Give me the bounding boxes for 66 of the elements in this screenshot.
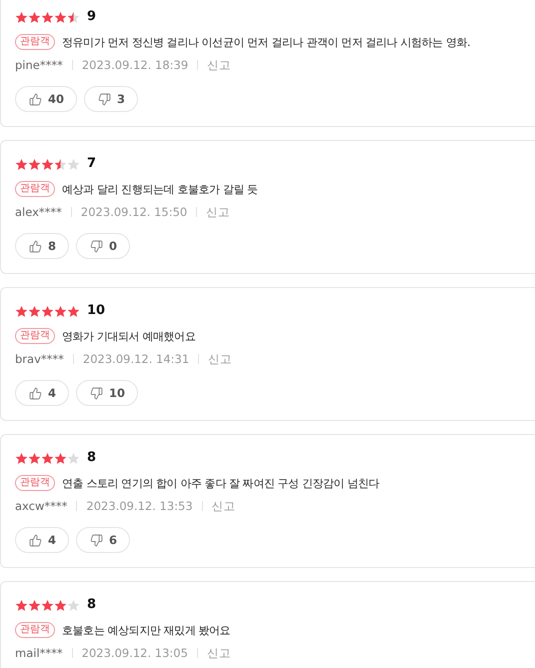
star-icon [28,158,41,170]
star-icon [28,452,41,464]
star-icon [54,158,67,170]
review-date: 2023.09.12. 13:05 [82,646,188,660]
star-icon [15,10,28,24]
star-icon [67,158,80,170]
review-date: 2023.09.12. 15:50 [80,205,188,219]
thumbs-up-icon [29,240,42,252]
rating-score: 8 [87,596,96,614]
thumbs-up-icon [29,386,42,400]
username: axcw**** [15,499,68,513]
viewer-badge: 관람객 [15,34,55,50]
star-icon [67,10,80,24]
viewer-badge: 관람객 [15,475,55,491]
star-icon [41,452,54,464]
star-icon [28,304,41,318]
like-button[interactable]: 4 [15,380,70,406]
star-icon [67,304,80,318]
username: brav**** [15,352,64,366]
review-date: 2023.09.12. 18:39 [82,58,188,72]
star-icon [54,304,67,318]
review-text: 호불호는 예상되지만 재밌게 봤어요 [62,622,230,638]
review-text: 예상과 달리 진행되는데 호불호가 갈릴 듯 [62,182,258,196]
review-text: 정유미가 먼저 정신병 걸리나 이선균이 먼저 걸리나 관객이 먼저 걸리나 시험하는 영화. [62,34,470,50]
star-icon [67,452,80,464]
username: pine**** [15,58,63,72]
thumbs-down-icon [90,534,104,546]
star-icon [54,452,67,464]
username: alex**** [15,205,62,219]
star-icon [41,598,54,612]
rating-score: 9 [87,8,96,26]
dislike-button[interactable]: 0 [76,233,130,259]
star-icon [28,10,41,24]
star-icon [41,304,54,318]
star-icon [28,598,41,612]
review-date: 2023.09.12. 14:31 [82,352,190,366]
like-button[interactable]: 8 [15,233,70,259]
star-icon [41,158,54,170]
dislike-button[interactable]: 3 [84,86,138,112]
rating-score: 10 [87,302,106,320]
review-date: 2023.09.12. 13:53 [86,499,193,513]
review-text: 영화가 기대되서 예매했어요 [62,328,196,344]
thumbs-up-icon [29,534,42,546]
thumbs-down-icon [90,240,104,252]
star-icon [15,598,28,612]
review-text: 연출 스토리 연기의 합이 아주 좋다 잘 짜여진 구성 긴장감이 넘친다 [62,476,380,490]
like-button[interactable]: 40 [15,86,78,112]
dislike-button[interactable]: 6 [76,527,130,553]
dislike-button[interactable]: 10 [76,380,138,406]
star-icon [15,452,28,464]
rating-score: 7 [87,155,96,173]
star-icon [67,598,80,612]
thumbs-down-icon [98,92,112,106]
thumbs-down-icon [90,386,104,400]
star-icon [54,10,67,24]
username: mail**** [15,646,63,660]
star-icon [54,598,67,612]
thumbs-up-icon [29,92,42,106]
star-icon [15,158,28,170]
rating-score: 8 [87,449,96,467]
star-icon [41,10,54,24]
viewer-badge: 관람객 [15,181,55,197]
viewer-badge: 관람객 [15,328,55,344]
star-icon [15,304,28,318]
viewer-badge: 관람객 [15,622,55,638]
like-button[interactable]: 4 [15,527,70,553]
